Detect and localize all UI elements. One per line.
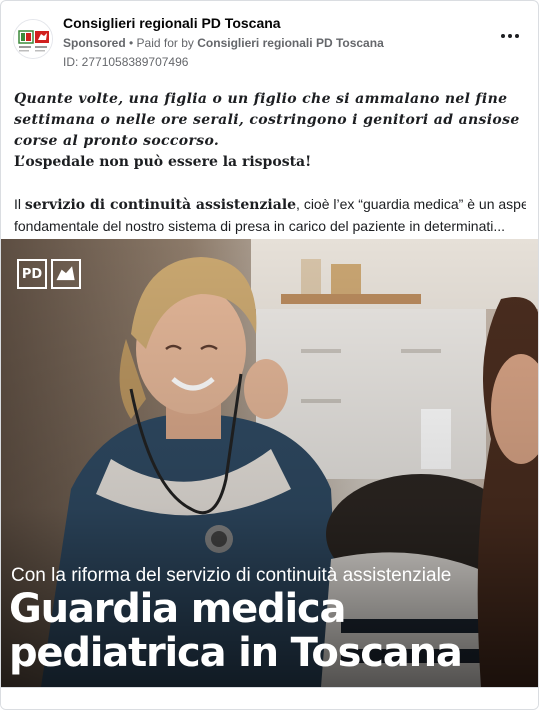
ad-image[interactable]: PD Con la riforma del servizio di contin…: [1, 239, 538, 687]
page-avatar[interactable]: [13, 19, 53, 59]
paragraph-statement: L’ospedale non può essere la risposta!: [14, 154, 312, 170]
more-dot: [508, 34, 512, 38]
ad-id: ID: 2771058389707496: [63, 55, 189, 69]
payer-name[interactable]: Consiglieri regionali PD Toscana: [197, 36, 384, 50]
paragraph-service-rest: , cioè l’ex “guardia medica” è un aspett…: [296, 196, 526, 212]
ad-card: Consiglieri regionali PD Toscana Sponsor…: [0, 0, 539, 710]
more-options-button[interactable]: [498, 27, 522, 45]
more-horizontal-icon: [501, 34, 505, 38]
image-title: Guardia medica pediatrica in Toscana: [9, 586, 463, 676]
more-dot: [515, 34, 519, 38]
paragraph-intro: Quante volte, una figlia o un figlio che…: [14, 91, 520, 149]
image-title-line2: pediatrica in Toscana: [9, 630, 463, 676]
paid-for-by-label: Paid for by: [136, 36, 198, 50]
pd-logo: PD: [17, 259, 47, 289]
sponsored-label: Sponsored: [63, 36, 126, 50]
image-logo: PD: [17, 259, 81, 289]
post-text: Quante volte, una figlia o un figlio che…: [14, 89, 526, 237]
image-title-line1: Guardia medica: [9, 586, 347, 632]
tuscany-logo-icon: [51, 259, 81, 289]
paragraph-service: Il servizio di continuità assistenziale,…: [14, 194, 526, 216]
paragraph-service-prefix: Il: [14, 196, 25, 212]
sponsor-line: Sponsored • Paid for by Consiglieri regi…: [63, 36, 384, 50]
image-subtitle: Con la riforma del servizio di continuit…: [11, 565, 452, 586]
meta-separator: •: [125, 36, 137, 50]
paragraph-service-line2[interactable]: fondamentale del nostro sistema di presa…: [14, 216, 526, 237]
pd-toscana-logo-icon: [14, 20, 52, 58]
page-name-link[interactable]: Consiglieri regionali PD Toscana: [63, 15, 281, 31]
paragraph-service-bold: servizio di continuità assistenziale: [24, 197, 297, 213]
card-footer: [1, 687, 538, 709]
post-header: Consiglieri regionali PD Toscana Sponsor…: [1, 1, 538, 81]
